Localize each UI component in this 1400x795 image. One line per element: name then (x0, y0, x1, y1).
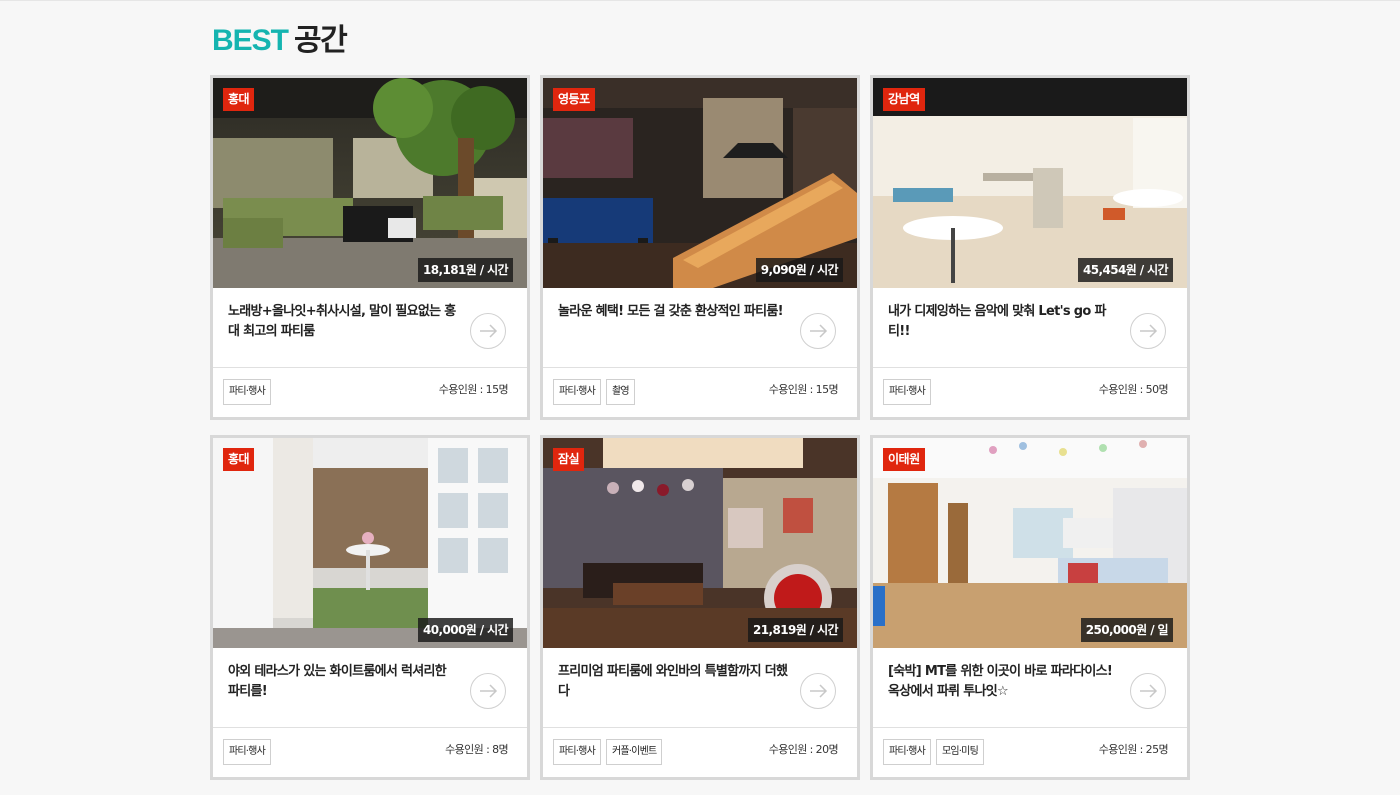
space-photo[interactable]: 이태원 250,000원 / 일 (873, 438, 1187, 648)
section-title-accent: BEST (212, 24, 289, 57)
price-label: 18,181원 / 시간 (418, 258, 513, 282)
go-detail-button[interactable] (470, 673, 506, 709)
price-label: 40,000원 / 시간 (418, 618, 513, 642)
card-info: 야외 테라스가 있는 화이트룸에서 럭셔리한 파티를! (213, 648, 527, 728)
space-card-grid: 홍대 18,181원 / 시간 노래방+올나잇+취사시설, 말이 필요없는 홍대… (210, 75, 1190, 780)
space-description[interactable]: 놀라운 혜택! 모든 걸 갖춘 환상적인 파티룸! (558, 302, 790, 322)
card-info: 놀라운 혜택! 모든 걸 갖춘 환상적인 파티룸! (543, 288, 857, 368)
party-room-photo (213, 78, 527, 288)
tag-list: 파티·행사 (223, 739, 271, 765)
tag-list: 파티·행사 (223, 379, 271, 405)
capacity-text: 수용인원 : 50명 (1098, 383, 1169, 396)
price-label: 21,819원 / 시간 (748, 618, 843, 642)
go-detail-button[interactable] (1130, 313, 1166, 349)
location-badge: 홍대 (223, 88, 255, 111)
capacity-text: 수용인원 : 25명 (1098, 743, 1169, 756)
arrow-right-icon (810, 324, 828, 338)
tag-list: 파티·행사 촬영 (553, 379, 635, 405)
tag-list: 파티·행사 (883, 379, 931, 405)
section-title: BEST 공간 (212, 22, 348, 60)
space-photo[interactable]: 영등포 9,090원 / 시간 (543, 78, 857, 288)
space-card[interactable]: 홍대 18,181원 / 시간 노래방+올나잇+취사시설, 말이 필요없는 홍대… (210, 75, 530, 420)
card-info: 내가 디제잉하는 음악에 맞춰 Let's go 파티!! (873, 288, 1187, 368)
category-tag[interactable]: 촬영 (605, 379, 635, 405)
space-card[interactable]: 홍대 40,000원 / 시간 야외 테라스가 있는 화이트룸에서 럭셔리한 파… (210, 435, 530, 780)
arrow-right-icon (1140, 684, 1158, 698)
top-divider (0, 0, 1400, 1)
category-tag[interactable]: 파티·행사 (223, 739, 271, 765)
card-info: [숙박] MT를 위한 이곳이 바로 파라다이스! 옥상에서 파뤼 투나잇☆ (873, 648, 1187, 728)
card-footer: 파티·행사 수용인원 : 15명 (213, 368, 527, 417)
location-badge: 강남역 (883, 88, 925, 111)
space-card[interactable]: 이태원 250,000원 / 일 [숙박] MT를 위한 이곳이 바로 파라다이… (870, 435, 1190, 780)
category-tag[interactable]: 커플·이벤트 (605, 739, 663, 765)
card-info: 프리미엄 파티룸에 와인바의 특별함까지 더했다 (543, 648, 857, 728)
category-tag[interactable]: 파티·행사 (883, 739, 931, 765)
price-label: 45,454원 / 시간 (1078, 258, 1173, 282)
space-photo[interactable]: 홍대 18,181원 / 시간 (213, 78, 527, 288)
card-footer: 파티·행사 촬영 수용인원 : 15명 (543, 368, 857, 417)
location-badge: 이태원 (883, 448, 925, 471)
space-card[interactable]: 강남역 45,454원 / 시간 내가 디제잉하는 음악에 맞춰 Let's g… (870, 75, 1190, 420)
location-badge: 홍대 (223, 448, 255, 471)
space-card[interactable]: 영등포 9,090원 / 시간 놀라운 혜택! 모든 걸 갖춘 환상적인 파티룸… (540, 75, 860, 420)
space-description[interactable]: 야외 테라스가 있는 화이트룸에서 럭셔리한 파티를! (228, 662, 460, 702)
price-label: 250,000원 / 일 (1080, 618, 1173, 642)
space-description[interactable]: 내가 디제잉하는 음악에 맞춰 Let's go 파티!! (888, 302, 1120, 342)
space-photo[interactable]: 잠실 21,819원 / 시간 (543, 438, 857, 648)
arrow-right-icon (480, 684, 498, 698)
arrow-right-icon (810, 684, 828, 698)
space-photo[interactable]: 홍대 40,000원 / 시간 (213, 438, 527, 648)
capacity-text: 수용인원 : 20명 (768, 743, 839, 756)
category-tag[interactable]: 파티·행사 (223, 379, 271, 405)
card-info: 노래방+올나잇+취사시설, 말이 필요없는 홍대 최고의 파티룸 (213, 288, 527, 368)
go-detail-button[interactable] (1130, 673, 1166, 709)
card-footer: 파티·행사 모임·미팅 수용인원 : 25명 (873, 728, 1187, 777)
space-photo[interactable]: 강남역 45,454원 / 시간 (873, 78, 1187, 288)
go-detail-button[interactable] (800, 673, 836, 709)
space-card[interactable]: 잠실 21,819원 / 시간 프리미엄 파티룸에 와인바의 특별함까지 더했다… (540, 435, 860, 780)
space-description[interactable]: 프리미엄 파티룸에 와인바의 특별함까지 더했다 (558, 662, 790, 702)
arrow-right-icon (480, 324, 498, 338)
location-badge: 잠실 (553, 448, 585, 471)
category-tag[interactable]: 파티·행사 (553, 379, 601, 405)
location-badge: 영등포 (553, 88, 595, 111)
terrace-photo (213, 438, 527, 648)
tag-list: 파티·행사 커플·이벤트 (553, 739, 663, 765)
capacity-text: 수용인원 : 15명 (768, 383, 839, 396)
card-footer: 파티·행사 수용인원 : 50명 (873, 368, 1187, 417)
wine-bar-photo (543, 438, 857, 648)
category-tag[interactable]: 파티·행사 (553, 739, 601, 765)
go-detail-button[interactable] (470, 313, 506, 349)
price-label: 9,090원 / 시간 (755, 258, 843, 282)
category-tag[interactable]: 모임·미팅 (935, 739, 984, 765)
arrow-right-icon (1140, 324, 1158, 338)
card-footer: 파티·행사 수용인원 : 8명 (213, 728, 527, 777)
card-footer: 파티·행사 커플·이벤트 수용인원 : 20명 (543, 728, 857, 777)
section-title-text: 공간 (294, 23, 348, 58)
go-detail-button[interactable] (800, 313, 836, 349)
tag-list: 파티·행사 모임·미팅 (883, 739, 984, 765)
category-tag[interactable]: 파티·행사 (883, 379, 931, 405)
capacity-text: 수용인원 : 8명 (445, 743, 509, 756)
space-description[interactable]: 노래방+올나잇+취사시설, 말이 필요없는 홍대 최고의 파티룸 (228, 302, 460, 342)
capacity-text: 수용인원 : 15명 (438, 383, 509, 396)
space-description[interactable]: [숙박] MT를 위한 이곳이 바로 파라다이스! 옥상에서 파뤼 투나잇☆ (888, 662, 1120, 702)
